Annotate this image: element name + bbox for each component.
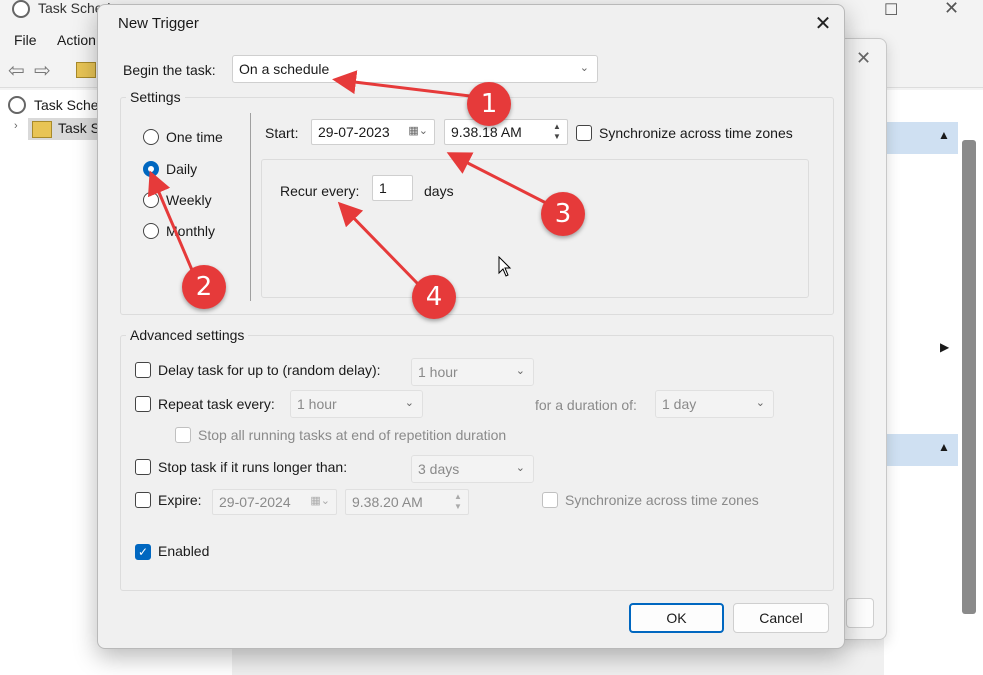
annotation-arrow-2 <box>148 170 194 271</box>
annotation-arrow-4 <box>337 201 420 286</box>
annotation-badge-2: 2 <box>182 265 226 309</box>
annotation-arrow-3 <box>446 152 549 206</box>
annotation-badge-1: 1 <box>467 82 511 126</box>
annotation-arrow-1 <box>332 70 471 98</box>
annotation-badge-3: 3 <box>541 192 585 236</box>
annotation-badge-4: 4 <box>412 275 456 319</box>
